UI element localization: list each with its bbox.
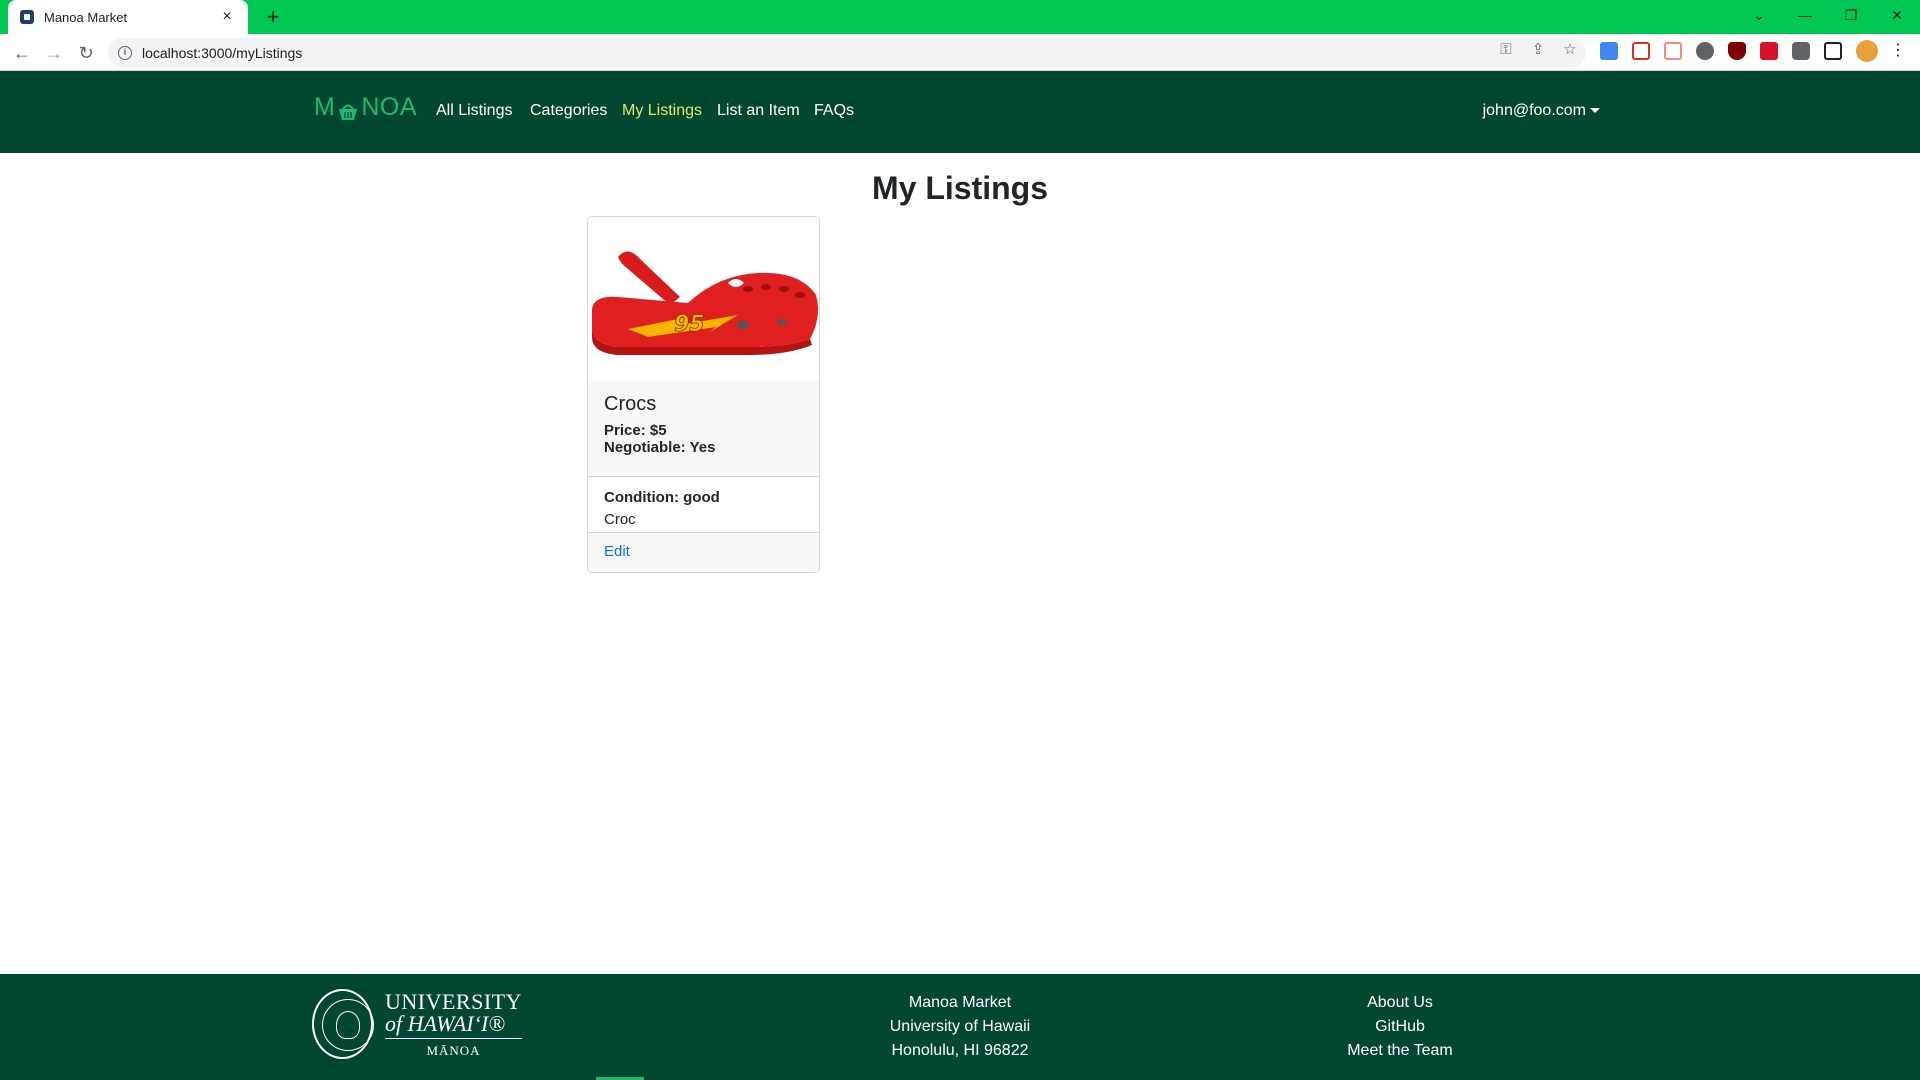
puzzle-extension-icon[interactable] — [1696, 42, 1714, 60]
ublock-extension-icon[interactable] — [1728, 42, 1746, 60]
logo-line-3: MĀNOA — [426, 1043, 481, 1058]
listing-condition: Condition: good — [604, 489, 720, 506]
minimize-icon[interactable]: — — [1782, 0, 1828, 30]
nav-categories[interactable]: Categories — [530, 102, 607, 120]
logo-line-2: of HAWAI‘I® — [385, 1013, 522, 1039]
footer-links: About Us GitHub Meet the Team — [1300, 991, 1500, 1063]
url-text[interactable]: localhost:3000/myListings — [142, 45, 302, 61]
tab-title: Manoa Market — [44, 9, 128, 25]
listing-card-footer: Edit — [588, 532, 819, 572]
listing-image: 95 — [588, 217, 819, 381]
extensions-icon[interactable] — [1792, 42, 1810, 60]
nav-all-listings[interactable]: All Listings — [436, 102, 512, 120]
nav-my-listings[interactable]: My Listings — [622, 102, 702, 120]
brand-logo[interactable]: M NOA — [314, 93, 417, 122]
tab-search-icon[interactable]: ⌄ — [1736, 0, 1782, 30]
restore-icon[interactable]: ❐ — [1828, 0, 1874, 30]
listing-price: Price: $5 — [604, 422, 667, 439]
site-info-icon[interactable]: i — [118, 45, 132, 60]
listing-negotiable: Negotiable: Yes — [604, 439, 716, 456]
user-dropdown[interactable]: john@foo.com — [1483, 102, 1600, 120]
browser-tab[interactable]: Manoa Market × — [8, 0, 248, 34]
university-seal-icon — [312, 989, 374, 1059]
user-email: john@foo.com — [1482, 102, 1586, 119]
key-icon[interactable]: ⚿ — [1496, 40, 1516, 60]
close-tab-icon[interactable]: × — [218, 8, 236, 26]
brand-text-left: M — [314, 93, 336, 121]
translate-extension-icon[interactable] — [1600, 42, 1618, 60]
reload-icon[interactable]: ↻ — [72, 39, 100, 67]
address-bar[interactable]: i localhost:3000/myListings — [108, 38, 1586, 67]
back-icon[interactable]: ← — [8, 39, 36, 67]
pdf-extension-icon[interactable] — [1664, 42, 1682, 60]
page-title: My Listings — [871, 170, 1048, 206]
share-icon[interactable]: ⇪ — [1528, 40, 1548, 60]
caret-down-icon — [1590, 108, 1600, 114]
crocs-shoe-image: 95 — [592, 251, 818, 355]
uh-manoa-logo: UNIVERSITY of HAWAI‘I® MĀNOA — [312, 988, 522, 1060]
bookmark-star-icon[interactable]: ☆ — [1560, 40, 1580, 60]
logo-line-1: UNIVERSITY — [385, 989, 522, 1014]
footer-address-line: University of Hawaii — [889, 1018, 1031, 1035]
save-extension-icon[interactable] — [1632, 42, 1650, 60]
browser-tab-strip: Manoa Market × + ⌄ — ❐ ✕ — [0, 0, 1920, 34]
close-window-icon[interactable]: ✕ — [1874, 0, 1920, 30]
red-extension-icon[interactable] — [1760, 42, 1778, 60]
svg-text:95: 95 — [674, 312, 705, 337]
new-tab-icon[interactable]: + — [260, 4, 286, 30]
browser-menu-icon[interactable]: ⋮ — [1890, 42, 1906, 60]
footer-link-about-us[interactable]: About Us — [1300, 991, 1500, 1015]
footer-link-meet-the-team[interactable]: Meet the Team — [1300, 1039, 1500, 1063]
site-favicon-icon — [20, 10, 34, 24]
brand-text-right: NOA — [361, 93, 418, 121]
side-panel-icon[interactable] — [1824, 42, 1842, 60]
footer-address: Manoa Market University of Hawaii Honolu… — [860, 991, 1060, 1063]
footer-address-line: Honolulu, HI 96822 — [891, 1042, 1029, 1059]
basket-icon — [337, 99, 359, 120]
listing-title: Crocs — [604, 393, 657, 415]
listing-description: Croc — [604, 511, 636, 528]
listing-card-header: Crocs Price: $5 Negotiable: Yes — [588, 381, 819, 477]
app-navbar: M NOA All Listings Categories My Listing… — [0, 71, 1920, 153]
site-footer: UNIVERSITY of HAWAI‘I® MĀNOA Manoa Marke… — [0, 974, 1920, 1080]
forward-icon[interactable]: → — [40, 39, 68, 67]
nav-faqs[interactable]: FAQs — [814, 102, 854, 120]
nav-list-an-item[interactable]: List an Item — [717, 102, 800, 120]
profile-avatar[interactable] — [1856, 40, 1878, 62]
edit-listing-link[interactable]: Edit — [604, 543, 630, 560]
listing-card: 95 Crocs Price: $5 Negotiable: Yes Condi… — [587, 216, 820, 573]
footer-link-github[interactable]: GitHub — [1300, 1015, 1500, 1039]
footer-address-line: Manoa Market — [908, 994, 1012, 1011]
